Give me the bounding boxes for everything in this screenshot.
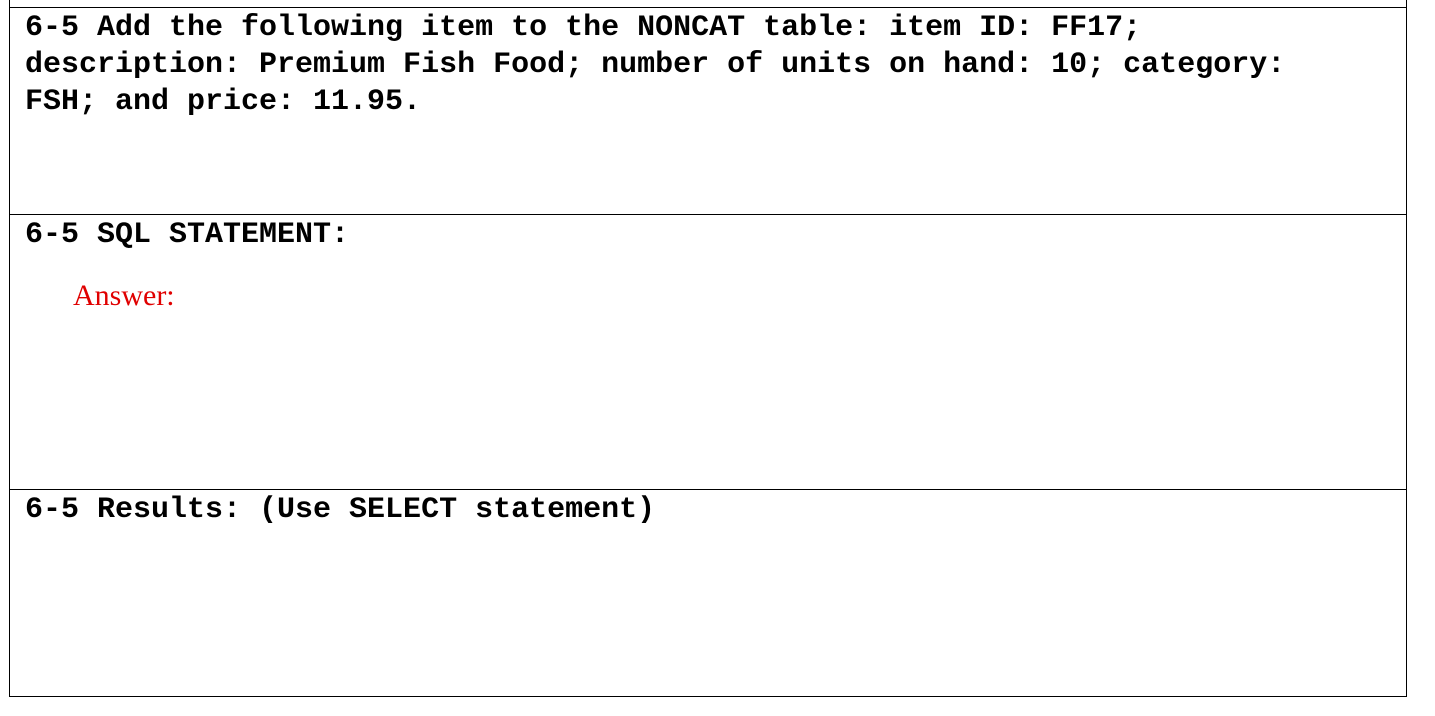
prompt-line-3: FSH; and price: 11.95. — [25, 85, 422, 119]
exercise-table: 6-5 Add the following item to the NONCAT… — [9, 7, 1407, 697]
prompt-line-2: description: Premium Fish Food; number o… — [25, 48, 1286, 82]
sql-statement-heading: 6-5 SQL STATEMENT: — [25, 218, 350, 252]
prompt-line-1: 6-5 Add the following item to the NONCAT… — [25, 11, 1142, 45]
sql-statement-cell[interactable]: 6-5 SQL STATEMENT: Answer: — [9, 215, 1407, 490]
results-cell[interactable]: 6-5 Results: (Use SELECT statement) — [9, 490, 1407, 697]
answer-label: Answer: — [73, 279, 175, 312]
prompt-cell: 6-5 Add the following item to the NONCAT… — [9, 8, 1407, 215]
results-heading: 6-5 Results: (Use SELECT statement) — [25, 493, 656, 527]
